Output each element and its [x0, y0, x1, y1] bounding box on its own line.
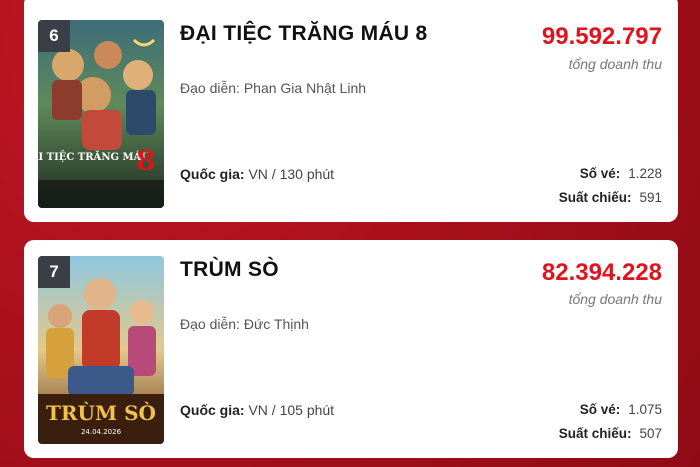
gross-label: tổng doanh thu: [568, 56, 662, 72]
director-info: Đạo diễn: Đức Thịnh: [180, 316, 309, 332]
gross-revenue: 82.394.228: [541, 259, 662, 286]
movie-title[interactable]: TRÙM SÒ: [180, 258, 279, 282]
tickets-stat: Số vé: 1.075: [580, 402, 662, 417]
showings-value: 591: [639, 190, 662, 205]
movie-title[interactable]: ĐẠI TIỆC TRĂNG MÁU 8: [180, 22, 428, 46]
svg-text:8: 8: [136, 144, 155, 177]
director-label: Đạo diễn:: [180, 316, 240, 332]
director-name: Phan Gia Nhật Linh: [243, 80, 367, 96]
country-value: VN / 105 phút: [248, 402, 335, 418]
poster-title-text: TRÙM SÒ: [46, 400, 156, 425]
tickets-stat: Số vé: 1.228: [580, 166, 662, 181]
gross-revenue: 99.592.797: [541, 23, 662, 50]
showings-stat: Suất chiếu: 507: [559, 426, 662, 441]
showings-value: 507: [639, 426, 662, 441]
rank-badge: 6: [38, 20, 70, 52]
country-runtime: Quốc gia: VN / 105 phút: [180, 402, 334, 418]
movie-poster[interactable]: 7 TRÙM SÒ 24.04.2026: [38, 256, 164, 444]
movie-poster[interactable]: 6 ĐẠI TIỆC TRĂNG MÁU 8: [38, 20, 164, 208]
rank-badge: 7: [38, 256, 70, 288]
showings-label: Suất chiếu:: [558, 190, 632, 205]
movie-card[interactable]: 6 ĐẠI TIỆC TRĂNG MÁU 8 ĐẠI TIỆC TRĂNG: [24, 0, 678, 222]
tickets-value: 1.228: [628, 166, 662, 181]
tickets-label: Số vé:: [579, 166, 621, 181]
country-label: Quốc gia:: [180, 166, 245, 182]
country-runtime: Quốc gia: VN / 130 phút: [180, 166, 334, 182]
country-label: Quốc gia:: [180, 402, 245, 418]
director-info: Đạo diễn: Phan Gia Nhật Linh: [180, 80, 366, 96]
director-label: Đạo diễn:: [180, 80, 240, 96]
poster-date-text: 24.04.2026: [81, 428, 122, 436]
showings-stat: Suất chiếu: 591: [559, 190, 662, 205]
country-value: VN / 130 phút: [248, 166, 335, 182]
poster-title-text: ĐẠI TIỆC TRĂNG MÁU: [38, 151, 150, 163]
director-name: Đức Thịnh: [243, 316, 309, 332]
tickets-label: Số vé:: [579, 402, 621, 417]
movie-card[interactable]: 7 TRÙM SÒ 24.04.2026 TRÙM SÒ 82.394.228: [24, 240, 678, 458]
tickets-value: 1.075: [628, 402, 662, 417]
gross-label: tổng doanh thu: [568, 291, 662, 307]
showings-label: Suất chiếu:: [558, 426, 632, 441]
